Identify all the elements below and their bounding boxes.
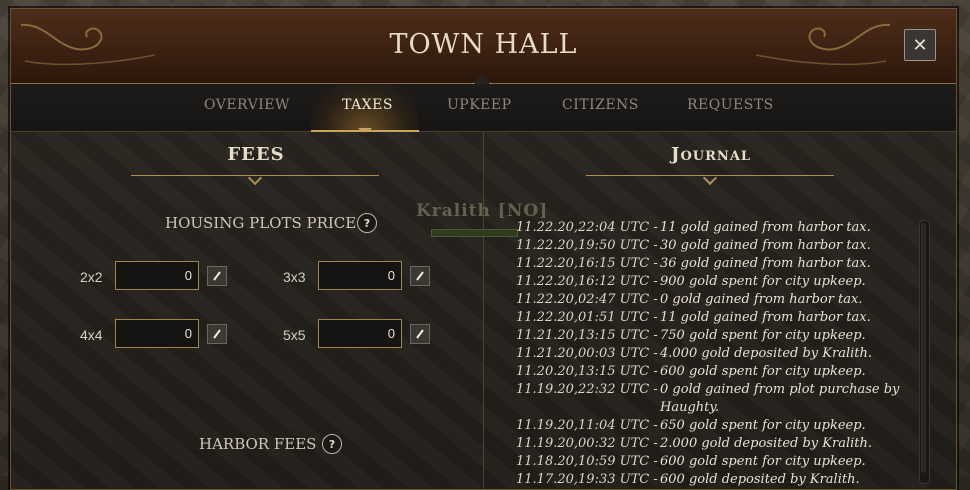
town-hall-window: TOWN HALL ✕ OVERVIEW TAXES UPKEEP CITIZE… [10, 8, 957, 490]
list-item: 11.22.20,02:47 UTC -0 gold gained from h… [516, 292, 863, 307]
fees-heading-caret [247, 170, 263, 186]
column-divider [483, 132, 484, 489]
list-item: 11.19.20,00:32 UTC -2.000 gold deposited… [516, 436, 872, 451]
window-title: TOWN HALL [389, 29, 578, 60]
tab-overview[interactable]: OVERVIEW [204, 97, 290, 113]
tab-requests[interactable]: REQUESTS [687, 97, 774, 113]
housing-plots-price-label: HOUSING PLOTS PRICE [165, 214, 357, 232]
pencil-icon [213, 329, 221, 339]
tab-bar: OVERVIEW TAXES UPKEEP CITIZENS REQUESTS [11, 84, 956, 135]
tab-citizens[interactable]: CITIZENS [562, 97, 639, 113]
journal-scrollbar[interactable] [919, 220, 930, 484]
housing-help-icon[interactable]: ? [357, 213, 377, 233]
player-nameplate: Kralith [NO] [416, 201, 549, 221]
taxes-panel: Kralith [NO] FEES HOUSING PLOTS PRICE ? … [11, 132, 956, 489]
list-item: 11.22.20,16:15 UTC -36 gold gained from … [516, 256, 871, 271]
pencil-icon [213, 271, 221, 281]
plot-size-label: 5x5 [283, 327, 306, 343]
plot-price-3x3-input[interactable]: 0 [318, 261, 402, 290]
plot-price-5x5-input[interactable]: 0 [318, 319, 402, 348]
harbor-help-icon[interactable]: ? [322, 434, 342, 454]
plot-price-4x4-input[interactable]: 0 [115, 319, 199, 348]
edit-3x3-button[interactable] [410, 266, 430, 286]
plot-price-2x2-input[interactable]: 0 [115, 261, 199, 290]
close-button[interactable]: ✕ [904, 29, 936, 61]
plot-size-label: 2x2 [80, 269, 103, 285]
edit-5x5-button[interactable] [410, 324, 430, 344]
list-item: 11.19.20,11:04 UTC -650 gold spent for c… [516, 418, 866, 433]
player-health-bar [431, 229, 518, 237]
journal-list[interactable]: 11.22.20,22:04 UTC -11 gold gained from … [516, 219, 916, 489]
list-item: 11.22.20,01:51 UTC -11 gold gained from … [516, 310, 871, 325]
pencil-icon [416, 271, 424, 281]
list-item: 11.18.20,10:59 UTC -600 gold spent for c… [516, 454, 866, 469]
edit-4x4-button[interactable] [207, 324, 227, 344]
harbor-fees-label: HARBOR FEES [199, 435, 317, 453]
tab-taxes[interactable]: TAXES [342, 97, 393, 113]
list-item: 11.21.20,13:15 UTC -750 gold spent for c… [516, 328, 866, 343]
plot-size-label: 4x4 [80, 327, 103, 343]
pencil-icon [416, 329, 424, 339]
list-item: 11.21.20,00:03 UTC -4.000 gold deposited… [516, 346, 872, 361]
edit-2x2-button[interactable] [207, 266, 227, 286]
journal-heading-caret [702, 170, 718, 186]
list-item: 11.22.20,16:12 UTC -900 gold spent for c… [516, 274, 866, 289]
list-item: 11.19.20,22:32 UTC -0 gold gained from p… [516, 382, 900, 415]
list-item: 11.17.20,19:33 UTC -600 gold deposited b… [516, 472, 860, 487]
tab-upkeep[interactable]: UPKEEP [447, 97, 512, 113]
list-item: 11.22.20,22:04 UTC -11 gold gained from … [516, 220, 871, 235]
fees-heading: FEES [227, 144, 285, 165]
journal-scroll-thumb[interactable] [921, 223, 926, 473]
title-bar: TOWN HALL ✕ [11, 9, 956, 84]
list-item: 11.20.20,13:15 UTC -600 gold spent for c… [516, 364, 866, 379]
journal-heading: Journal [670, 144, 752, 165]
list-item: 11.22.20,19:50 UTC -30 gold gained from … [516, 238, 871, 253]
plot-size-label: 3x3 [283, 269, 306, 285]
